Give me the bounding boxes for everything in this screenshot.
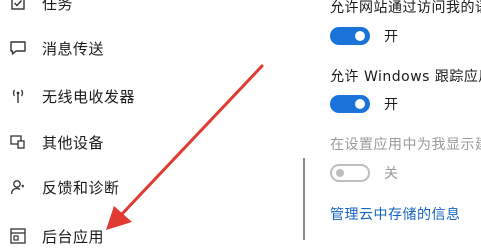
toggle-knob (355, 31, 365, 41)
privacy-settings-panel: 允许网站通过访问我的语言列表 开 允许 Windows 跟踪应用启动 开 在设置… (330, 0, 481, 240)
sidebar-item-other-devices[interactable]: 其他设备 (0, 127, 240, 157)
feedback-icon (8, 177, 28, 197)
setting-description-app-launch-tracking: 允许 Windows 跟踪应用启动 (330, 69, 481, 85)
sidebar-item-label: 消息传送 (42, 39, 105, 58)
task-icon (8, 0, 28, 13)
toggle-knob (336, 169, 344, 177)
app-launch-tracking-toggle[interactable] (330, 95, 370, 113)
sidebar-item-feedback[interactable]: 反馈和诊断 (0, 172, 240, 202)
language-list-toggle[interactable] (330, 27, 370, 45)
toggle-state-label: 关 (384, 166, 398, 182)
toggle-state-label: 开 (384, 97, 398, 113)
chat-icon (8, 38, 28, 58)
manage-cloud-info-link[interactable]: 管理云中存储的信息 (330, 204, 461, 224)
toggle-knob (355, 99, 365, 109)
settings-sidebar: 任务 消息传送 无线电收发器 其他设备 反馈和诊断 后台应用 (0, 0, 300, 246)
sidebar-item-label: 其他设备 (42, 133, 105, 152)
toggle-row-language-list: 开 (330, 25, 398, 47)
sidebar-item-label: 无线电收发器 (42, 87, 136, 106)
toggle-row-suggested-content: 关 (330, 162, 398, 184)
sidebar-item-messaging[interactable]: 消息传送 (0, 33, 240, 63)
radio-antenna-icon (8, 86, 28, 106)
scrollbar-track[interactable] (303, 158, 305, 240)
setting-description-suggested-content: 在设置应用中为我显示建议的内容 (330, 137, 481, 153)
toggle-state-label: 开 (384, 29, 398, 45)
sidebar-item-label: 反馈和诊断 (42, 178, 120, 197)
sidebar-item-tasks[interactable]: 任务 (0, 0, 240, 18)
background-apps-icon (8, 226, 28, 246)
sidebar-item-label: 任务 (42, 0, 74, 13)
sidebar-item-label: 后台应用 (42, 227, 105, 246)
suggested-content-toggle[interactable] (330, 164, 370, 182)
devices-icon (8, 132, 28, 152)
sidebar-item-radios[interactable]: 无线电收发器 (0, 81, 240, 111)
toggle-row-app-launch-tracking: 开 (330, 93, 398, 115)
sidebar-item-background-apps[interactable]: 后台应用 (0, 221, 240, 251)
setting-description-language-list: 允许网站通过访问我的语言列表 (330, 0, 481, 16)
